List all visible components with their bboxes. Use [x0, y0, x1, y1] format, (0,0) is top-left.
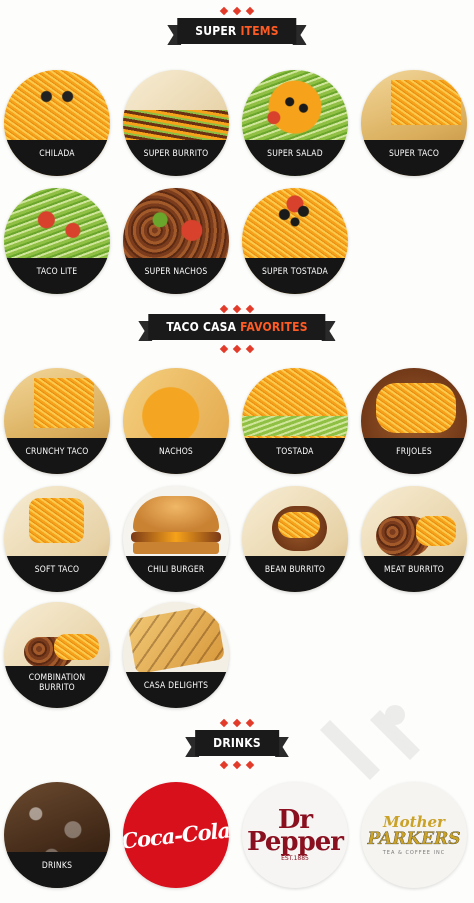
drink-coca-cola[interactable]: Coca-Cola	[123, 782, 229, 888]
menu-item-nachos[interactable]: NACHOS	[123, 368, 229, 474]
item-label: DRINKS	[41, 861, 73, 871]
item-label: SUPER TOSTADA	[262, 267, 328, 277]
mother-parkers-tagline: TEA & COFFEE INC	[382, 849, 446, 856]
item-label: SUPER TACO	[388, 149, 440, 159]
section-banner-drinks: DRINKS	[185, 730, 289, 757]
menu-item-super-burrito[interactable]: SUPER BURRITO	[123, 70, 229, 176]
dr-pepper-established: EST.1885	[281, 854, 309, 862]
mother-parkers-logo-line1: Mother	[383, 812, 445, 831]
drink-mother-parkers[interactable]: Mother PARKERS TEA & COFFEE INC	[361, 782, 467, 888]
banner-decoration	[217, 344, 257, 356]
menu-item-chili-burger[interactable]: CHILI BURGER	[123, 486, 229, 592]
item-label: CHILI BURGER	[147, 565, 205, 575]
mother-parkers-logo-line2: PARKERS	[367, 828, 461, 849]
item-label: CRUNCHY TACO	[25, 447, 89, 457]
menu-item-super-salad[interactable]: SUPER SALAD	[242, 70, 348, 176]
dr-pepper-logo-line2: Pepper	[247, 826, 344, 857]
item-label: CASA DELIGHTS	[143, 681, 209, 691]
menu-item-super-tostada[interactable]: SUPER TOSTADA	[242, 188, 348, 294]
item-label: SUPER NACHOS	[144, 267, 208, 277]
item-label: CHILADA	[39, 149, 75, 159]
item-label: SUPER SALAD	[267, 149, 323, 159]
item-label: SUPER BURRITO	[143, 149, 209, 159]
menu-item-tostada[interactable]: TOSTADA	[242, 368, 348, 474]
banner-accent: FAVORITES	[240, 320, 308, 334]
banner-decoration	[217, 760, 257, 772]
menu-item-crunchy-taco[interactable]: CRUNCHY TACO	[4, 368, 110, 474]
item-label: MEAT BURRITO	[384, 565, 444, 575]
menu-item-super-nachos[interactable]: SUPER NACHOS	[123, 188, 229, 294]
section-banner-super-items: SUPER ITEMS	[167, 18, 307, 45]
item-label: FRIJOLES	[396, 447, 432, 457]
banner-decoration	[217, 718, 257, 730]
item-label: SOFT TACO	[34, 565, 80, 575]
item-label: COMBINATION BURRITO	[28, 673, 86, 693]
banner-accent: ITEMS	[240, 24, 279, 38]
drink-dr-pepper[interactable]: Dr Pepper EST.1885	[242, 782, 348, 888]
section-banner-favorites: TACO CASA FAVORITES	[138, 314, 336, 341]
item-label: BEAN BURRITO	[264, 565, 326, 575]
banner-title: SUPER	[195, 24, 237, 38]
coca-cola-logo: Coca-Cola	[123, 816, 229, 854]
menu-page: { "sections": { "super_items": { "title_…	[0, 0, 474, 903]
menu-item-frijoles[interactable]: FRIJOLES	[361, 368, 467, 474]
menu-item-soft-taco[interactable]: SOFT TACO	[4, 486, 110, 592]
menu-item-combination-burrito[interactable]: COMBINATION BURRITO	[4, 602, 110, 708]
menu-item-chilada[interactable]: CHILADA	[4, 70, 110, 176]
banner-title: TACO CASA	[166, 320, 237, 334]
menu-item-bean-burrito[interactable]: BEAN BURRITO	[242, 486, 348, 592]
item-label: TOSTADA	[276, 447, 314, 457]
menu-item-taco-lite[interactable]: TACO LITE	[4, 188, 110, 294]
menu-item-drinks[interactable]: DRINKS	[4, 782, 110, 888]
menu-item-meat-burrito[interactable]: MEAT BURRITO	[361, 486, 467, 592]
item-label: NACHOS	[159, 447, 193, 457]
item-label: TACO LITE	[36, 267, 78, 277]
menu-item-super-taco[interactable]: SUPER TACO	[361, 70, 467, 176]
banner-decoration	[217, 6, 257, 18]
menu-item-casa-delights[interactable]: CASA DELIGHTS	[123, 602, 229, 708]
banner-title: DRINKS	[213, 736, 261, 750]
